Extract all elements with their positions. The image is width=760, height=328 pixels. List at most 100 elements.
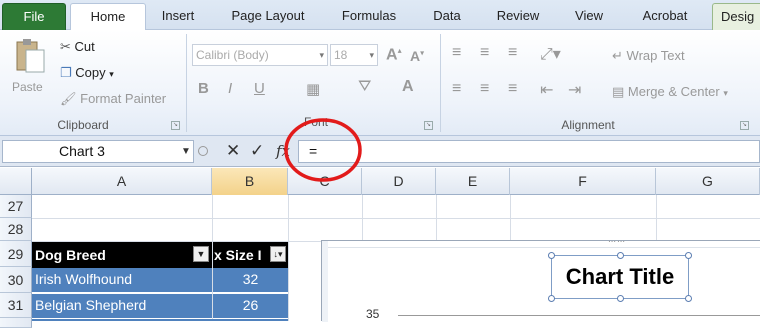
align-middle-icon[interactable]: ≡ [480, 44, 489, 62]
copy-icon: ❐ [60, 65, 72, 80]
column-header-d[interactable]: D [362, 168, 436, 195]
cut-label: Cut [74, 39, 95, 54]
formula-input[interactable]: = [298, 140, 760, 163]
align-center-icon[interactable]: ≡ [480, 80, 489, 98]
align-left-icon[interactable]: ≡ [452, 80, 461, 98]
font-launcher-icon[interactable]: ↘ [424, 121, 433, 130]
chevron-down-icon[interactable]: ▼ [181, 141, 191, 162]
shrink-font-icon[interactable]: A▾ [410, 48, 424, 64]
column-headers: A B C D E F G [0, 168, 760, 195]
tab-view[interactable]: View [566, 3, 612, 30]
chart-title[interactable]: Chart Title [548, 252, 692, 302]
brush-icon: 🖌 [60, 91, 77, 106]
tab-page-layout[interactable]: Page Layout [216, 3, 320, 30]
align-bottom-icon[interactable]: ≡ [508, 44, 517, 62]
select-all-corner[interactable] [0, 168, 32, 195]
filter-dropdown-icon[interactable]: ▼ [193, 246, 209, 262]
bold-icon[interactable]: B [198, 80, 209, 97]
format-painter-button[interactable]: 🖌 Format Painter [60, 91, 166, 107]
selection-handle[interactable] [685, 252, 692, 259]
ribbon-home: Paste ✂ Cut ❐ Copy ▾ 🖌 Format Painter Cl… [0, 30, 760, 136]
italic-icon[interactable]: I [228, 80, 232, 97]
font-name-dropdown[interactable]: Calibri (Body) ▾ [192, 44, 328, 66]
paste-icon[interactable] [12, 36, 46, 76]
grow-font-icon[interactable]: A▴ [386, 46, 402, 64]
row-header-30[interactable]: 30 [0, 267, 32, 293]
tab-home[interactable]: Home [70, 3, 146, 31]
chevron-down-icon: ▾ [319, 50, 324, 60]
underline-icon[interactable]: U [254, 80, 265, 97]
cell-breed: Belgian Shepherd [35, 297, 147, 313]
font-size-value: 18 [334, 48, 348, 62]
tab-file[interactable]: File [2, 3, 66, 30]
merge-center-button[interactable]: ▤ Merge & Center ▾ [612, 84, 728, 100]
selection-handle[interactable] [548, 252, 555, 259]
enter-icon[interactable]: ✓ [250, 141, 264, 161]
tab-review[interactable]: Review [488, 3, 548, 30]
fill-color-icon[interactable]: ⛛ [358, 78, 371, 96]
chart-object[interactable]: ⋯⋯ Chart Title 35 [321, 237, 760, 322]
table-cell-size[interactable]: 32 [213, 268, 288, 293]
row-header-28[interactable]: 28 [0, 218, 32, 241]
annotation-circle [284, 118, 362, 182]
alignment-launcher-icon[interactable]: ↘ [740, 121, 749, 130]
font-color-icon[interactable]: A [402, 78, 414, 96]
selection-handle[interactable] [548, 295, 555, 302]
gridline [398, 315, 760, 316]
decrease-indent-icon[interactable]: ⇤ [540, 80, 553, 100]
tab-formulas[interactable]: Formulas [330, 3, 408, 30]
wrap-text-label: Wrap Text [626, 48, 685, 63]
copy-label: Copy [75, 65, 106, 80]
row-header-32[interactable] [0, 318, 32, 328]
copy-button[interactable]: ❐ Copy ▾ [60, 65, 114, 81]
cell-size: 26 [242, 297, 259, 313]
tab-insert[interactable]: Insert [150, 3, 206, 30]
column-header-b[interactable]: B [212, 168, 288, 195]
font-name-value: Calibri (Body) [196, 48, 269, 62]
row-header-29[interactable]: 29 [0, 241, 32, 267]
tab-acrobat[interactable]: Acrobat [630, 3, 700, 30]
cancel-icon[interactable]: ✕ [226, 141, 240, 161]
chart-resize-handle[interactable]: ⋯⋯ [608, 237, 626, 246]
group-label-alignment: Alignment [561, 118, 615, 132]
font-size-dropdown[interactable]: 18 ▾ [330, 44, 378, 66]
chevron-down-icon: ▾ [369, 50, 374, 60]
increase-indent-icon[interactable]: ⇥ [568, 80, 581, 100]
table-header-dog-breed[interactable]: Dog Breed ▼ [32, 242, 212, 268]
wrap-text-button[interactable]: ↵ Wrap Text [612, 48, 685, 64]
clipboard-launcher-icon[interactable]: ↘ [171, 121, 180, 130]
selection-handle[interactable] [617, 295, 624, 302]
table-cell-size[interactable]: 26 [213, 294, 288, 318]
table-header-label: Dog Breed [35, 247, 106, 263]
column-header-a[interactable]: A [32, 168, 212, 195]
chart-title-text: Chart Title [565, 264, 675, 289]
table-row[interactable]: Belgian Shepherd [32, 294, 212, 318]
cut-button[interactable]: ✂ Cut [60, 39, 95, 55]
orientation-icon[interactable]: ⤢▾ [540, 44, 561, 64]
align-right-icon[interactable]: ≡ [508, 80, 517, 98]
row-header-27[interactable]: 27 [0, 195, 32, 218]
wrap-text-icon: ↵ [612, 48, 623, 63]
scissors-icon: ✂ [60, 39, 71, 54]
cell-size: 32 [242, 271, 259, 287]
name-box[interactable]: Chart 3 ▼ [2, 140, 194, 163]
tab-design[interactable]: Desig [712, 3, 760, 30]
sort-filter-icon[interactable]: ↓▾ [270, 246, 286, 262]
row-header-31[interactable]: 31 [0, 293, 32, 318]
y-axis-tick-label: 35 [366, 307, 380, 321]
table-header-max-size[interactable]: x Size I ↓▾ [213, 242, 288, 268]
column-header-f[interactable]: F [510, 168, 656, 195]
name-box-value: Chart 3 [59, 143, 105, 159]
borders-icon[interactable]: ▦ [306, 80, 320, 98]
column-header-e[interactable]: E [436, 168, 510, 195]
selection-handle[interactable] [685, 295, 692, 302]
selection-handle[interactable] [617, 252, 624, 259]
align-top-icon[interactable]: ≡ [452, 44, 461, 62]
resize-handle-icon[interactable] [198, 146, 208, 156]
ribbon-tab-bar: File Home Insert Page Layout Formulas Da… [0, 0, 760, 31]
formula-bar: Chart 3 ▼ ✕ ✓ fx = [0, 136, 760, 167]
column-header-g[interactable]: G [656, 168, 760, 195]
paste-button[interactable]: Paste [12, 80, 43, 94]
table-row[interactable]: Irish Wolfhound [32, 268, 212, 293]
tab-data[interactable]: Data [422, 3, 472, 30]
